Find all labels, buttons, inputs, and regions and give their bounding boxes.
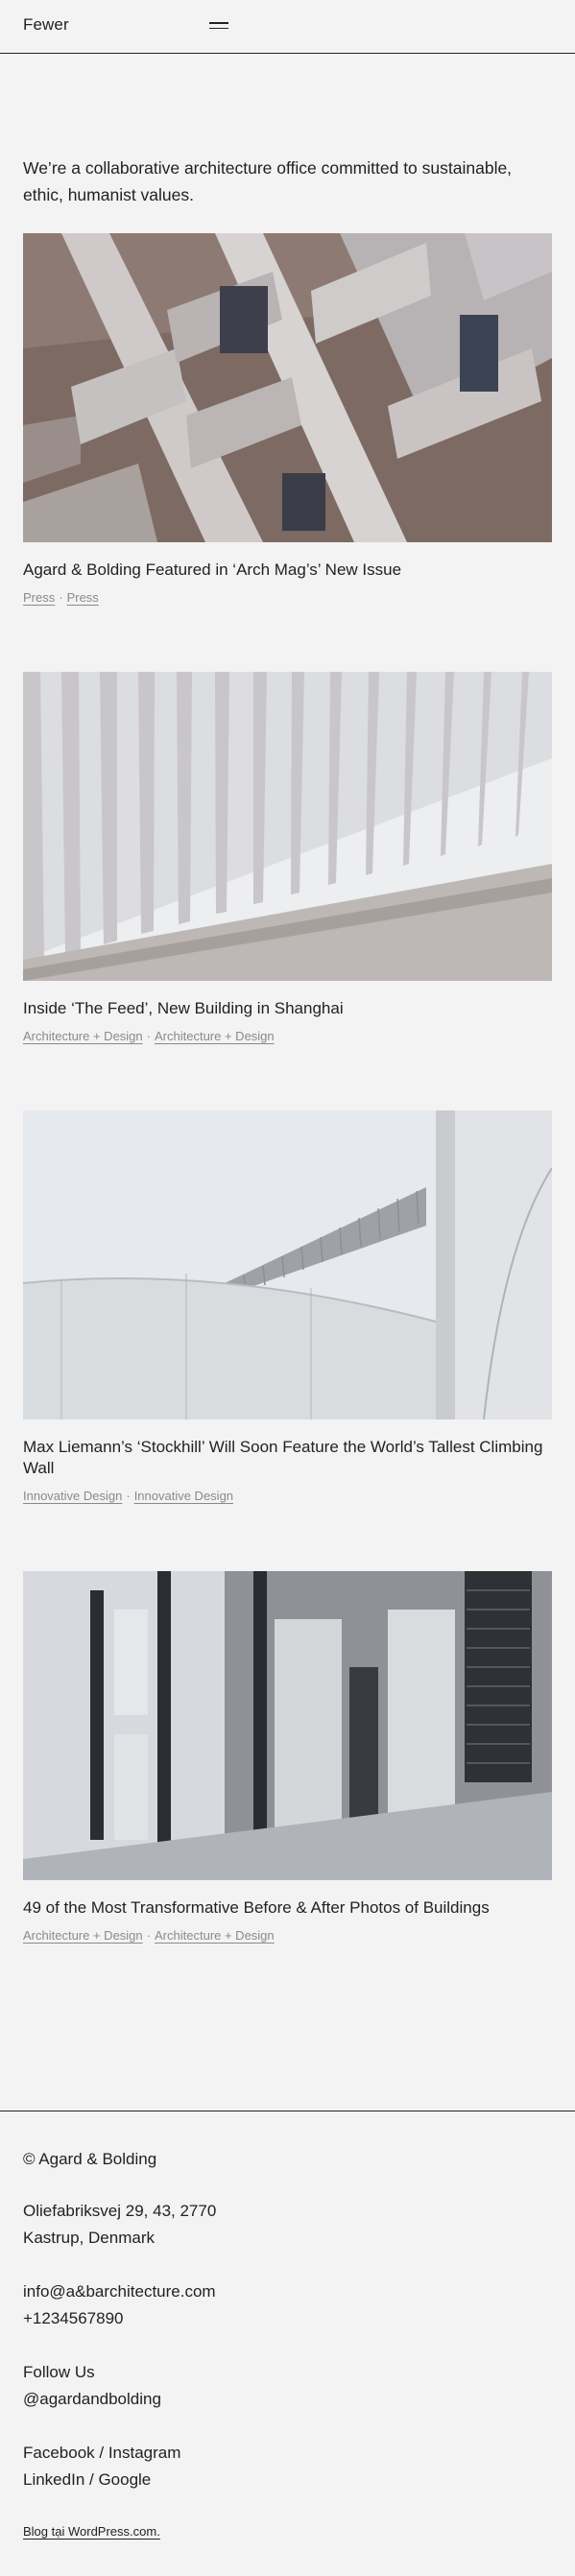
post-categories: Press · Press xyxy=(23,590,552,606)
site-header: Fewer xyxy=(0,0,575,54)
social-links: Facebook / Instagram LinkedIn / Google xyxy=(23,2440,180,2493)
phone-link[interactable]: +1234567890 xyxy=(23,2305,216,2332)
follow-us: Follow Us @agardandbolding xyxy=(23,2359,161,2413)
meta-separator: · xyxy=(59,590,63,605)
post-image-link[interactable] xyxy=(23,233,552,542)
powered-by-link[interactable]: Blog tại WordPress.com. xyxy=(23,2524,160,2539)
category-link[interactable]: Innovative Design xyxy=(134,1489,233,1503)
post-image-facade-windows xyxy=(23,1571,552,1880)
site-title-link[interactable]: Fewer xyxy=(23,15,69,35)
post-image-white-fins xyxy=(23,672,552,981)
category-link[interactable]: Press xyxy=(67,590,99,605)
social-link[interactable]: Facebook / Instagram xyxy=(23,2440,180,2467)
post-image-white-curved-wall xyxy=(23,1110,552,1419)
category-link[interactable]: Architecture + Design xyxy=(23,1029,143,1043)
category-link[interactable]: Innovative Design xyxy=(23,1489,122,1503)
category-link[interactable]: Architecture + Design xyxy=(155,1928,275,1943)
follow-label: Follow Us xyxy=(23,2363,95,2381)
contact: info@a&barchitecture.com +1234567890 xyxy=(23,2278,216,2332)
meta-separator: · xyxy=(146,1928,151,1943)
social-handle-link[interactable]: @agardandbolding xyxy=(23,2386,161,2413)
copyright: © Agard & Bolding xyxy=(23,2150,157,2168)
post-card: Max Liemann’s ‘Stockhill’ Will Soon Feat… xyxy=(23,1110,552,1504)
menu-icon[interactable] xyxy=(209,19,228,33)
post-image-link[interactable] xyxy=(23,1110,552,1419)
post-card: Inside ‘The Feed’, New Building in Shang… xyxy=(23,672,552,1044)
meta-separator: · xyxy=(146,1029,151,1043)
post-title-link[interactable]: Agard & Bolding Featured in ‘Arch Mag’s’… xyxy=(23,561,401,579)
category-link[interactable]: Architecture + Design xyxy=(23,1928,143,1943)
address-line: Kastrup, Denmark xyxy=(23,2229,155,2247)
post-categories: Innovative Design · Innovative Design xyxy=(23,1489,552,1504)
address-line: Oliefabriksvej 29, 43, 2770 xyxy=(23,2202,217,2220)
post-title-link[interactable]: 49 of the Most Transformative Before & A… xyxy=(23,1898,490,1917)
post-image-link[interactable] xyxy=(23,672,552,981)
category-link[interactable]: Press xyxy=(23,590,55,605)
category-link[interactable]: Architecture + Design xyxy=(155,1029,275,1043)
intro-text: We’re a collaborative architecture offic… xyxy=(23,158,513,204)
post-image-link[interactable] xyxy=(23,1571,552,1880)
address: Oliefabriksvej 29, 43, 2770 Kastrup, Den… xyxy=(23,2198,216,2252)
post-image-building-lattice xyxy=(23,233,552,542)
post-title-link[interactable]: Max Liemann’s ‘Stockhill’ Will Soon Feat… xyxy=(23,1438,542,1477)
post-card: Agard & Bolding Featured in ‘Arch Mag’s’… xyxy=(23,233,552,606)
email-link[interactable]: info@a&barchitecture.com xyxy=(23,2278,216,2305)
meta-separator: · xyxy=(126,1489,131,1503)
post-categories: Architecture + Design · Architecture + Des… xyxy=(23,1928,552,1944)
post-card: 49 of the Most Transformative Before & A… xyxy=(23,1571,552,1944)
social-link[interactable]: LinkedIn / Google xyxy=(23,2467,180,2493)
post-categories: Architecture + Design · Architecture + Des… xyxy=(23,1029,552,1044)
post-title-link[interactable]: Inside ‘The Feed’, New Building in Shang… xyxy=(23,999,344,1017)
